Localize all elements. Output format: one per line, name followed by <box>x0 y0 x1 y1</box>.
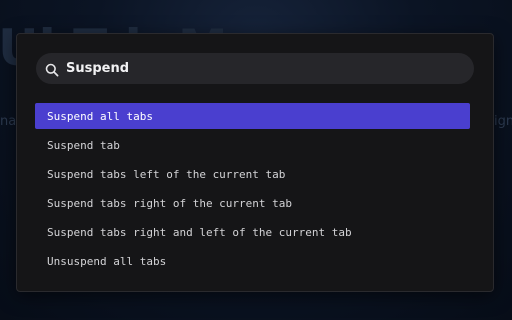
background-text-right: ign <box>494 114 512 129</box>
result-item-suspend-tab[interactable]: Suspend tab <box>35 132 470 158</box>
result-item-suspend-tabs-right[interactable]: Suspend tabs right of the current tab <box>35 190 470 216</box>
search-box[interactable] <box>36 53 474 84</box>
result-item-suspend-tabs-right-and-left[interactable]: Suspend tabs right and left of the curre… <box>35 219 470 245</box>
result-item-suspend-all-tabs[interactable]: Suspend all tabs <box>35 103 470 129</box>
command-palette: Suspend all tabs Suspend tab Suspend tab… <box>16 33 494 292</box>
result-item-suspend-tabs-left[interactable]: Suspend tabs left of the current tab <box>35 161 470 187</box>
results-list: Suspend all tabs Suspend tab Suspend tab… <box>35 103 470 277</box>
result-item-unsuspend-all-tabs[interactable]: Unsuspend all tabs <box>35 248 470 274</box>
search-input[interactable] <box>66 58 446 79</box>
search-icon <box>45 62 59 76</box>
